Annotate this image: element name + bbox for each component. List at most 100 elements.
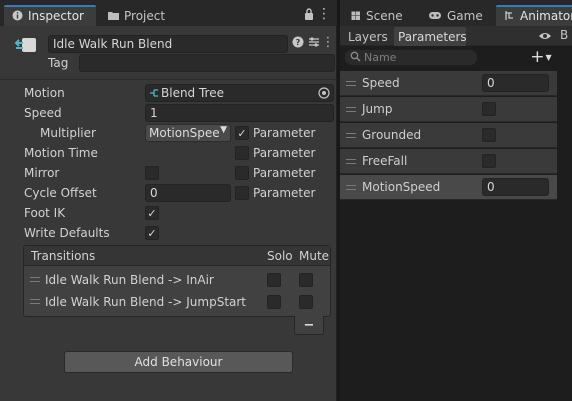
transitions-list: Transitions Solo Mute Idle Walk Run Blen… [23, 245, 331, 317]
tab-scene[interactable]: Scene [342, 5, 410, 26]
lock-icon[interactable] [303, 7, 315, 21]
drag-handle-icon[interactable] [346, 159, 356, 164]
object-picker-icon[interactable] [318, 87, 330, 99]
tab-layers[interactable]: Layers [344, 28, 392, 46]
transition-mute-checkbox[interactable] [299, 273, 313, 287]
parameter-row[interactable]: Speed 0 [340, 71, 557, 96]
mirror-label: Mirror [24, 166, 60, 180]
motion-time-label: Motion Time [24, 146, 98, 160]
tag-label: Tag [48, 56, 69, 70]
animator-subtab-bar: Layers Parameters B [340, 26, 572, 46]
folder-icon [108, 10, 119, 21]
add-parameter-button[interactable]: + ▼ [528, 47, 554, 67]
component-menu-icon[interactable]: ⋮ [322, 34, 335, 50]
motion-time-parameter-checkbox[interactable] [235, 146, 249, 160]
remove-transition-button[interactable]: − [294, 316, 324, 335]
mirror-parameter-checkbox[interactable] [235, 166, 249, 180]
tab-inspector-label: Inspector [28, 8, 84, 23]
drag-handle-icon[interactable] [346, 133, 356, 138]
blend-tree-icon [149, 88, 159, 98]
animator-state-icon [14, 34, 40, 58]
cycle-offset-parameter-label: Parameter [253, 186, 316, 200]
tag-field[interactable] [79, 54, 335, 72]
transition-row[interactable]: Idle Walk Run Blend -> InAir [24, 269, 330, 291]
cycle-offset-label: Cycle Offset [24, 186, 97, 200]
chevron-down-icon: ▼ [220, 125, 227, 135]
transitions-header-label: Transitions [31, 249, 96, 263]
parameter-bool-checkbox[interactable] [482, 128, 496, 142]
transition-solo-checkbox[interactable] [267, 273, 281, 287]
drag-handle-icon[interactable] [30, 277, 40, 282]
motion-label: Motion [24, 86, 65, 100]
parameter-bool-checkbox[interactable] [482, 154, 496, 168]
help-icon[interactable]: ? [292, 36, 304, 48]
mirror-parameter-label: Parameter [253, 166, 316, 180]
add-behaviour-button[interactable]: Add Behaviour [64, 351, 293, 373]
tab-game[interactable]: Game [420, 5, 488, 26]
tab-scene-label: Scene [366, 8, 403, 23]
multiplier-parameter-checkbox[interactable]: ✓ [235, 126, 249, 140]
cycle-offset-field[interactable]: 0 [145, 184, 231, 202]
drag-handle-icon[interactable] [346, 107, 356, 112]
multiplier-dropdown[interactable]: MotionSpeed ▼ [145, 124, 231, 142]
tab-parameters-label: Parameters [398, 29, 467, 44]
add-parameter-label: + [530, 47, 545, 67]
parameter-float-field[interactable]: 0 [482, 178, 549, 196]
tab-inspector[interactable]: Inspector [4, 5, 96, 26]
transition-solo-checkbox[interactable] [267, 295, 281, 309]
animator-panel: Scene Game Animator Layers Parameters B [340, 0, 572, 401]
multiplier-label: Multiplier [40, 126, 96, 140]
tab-animator[interactable]: Animator [496, 5, 572, 26]
remove-transition-label: − [303, 317, 315, 333]
kebab-menu-icon[interactable]: ⋮ [317, 6, 331, 22]
gamepad-icon [428, 10, 442, 21]
chevron-down-icon: ▼ [545, 52, 552, 62]
motion-time-parameter-label: Parameter [253, 146, 316, 160]
multiplier-value: MotionSpeed [149, 126, 219, 140]
header-divider [0, 79, 337, 80]
tab-layers-label: Layers [348, 30, 388, 44]
cycle-offset-parameter-checkbox[interactable] [235, 186, 249, 200]
search-icon [350, 51, 361, 65]
transition-row[interactable]: Idle Walk Run Blend -> JumpStart [24, 291, 330, 313]
drag-handle-icon[interactable] [346, 81, 356, 86]
drag-handle-icon[interactable] [30, 299, 40, 304]
parameter-name: FreeFall [362, 154, 408, 168]
parameter-row[interactable]: FreeFall [340, 149, 557, 174]
graph-area-edge [557, 71, 572, 401]
write-defaults-checkbox[interactable]: ✓ [145, 226, 159, 240]
parameter-name: Speed [362, 76, 400, 90]
tab-project-label: Project [124, 8, 166, 23]
tab-project[interactable]: Project [100, 5, 180, 26]
state-name-field[interactable]: Idle Walk Run Blend [48, 35, 288, 53]
preset-icon[interactable] [308, 36, 320, 48]
multiplier-parameter-label: Parameter [253, 126, 316, 140]
mirror-checkbox[interactable] [145, 166, 159, 180]
parameter-value: 0 [487, 180, 495, 194]
speed-field[interactable]: 1 [145, 104, 334, 122]
speed-label: Speed [24, 106, 62, 120]
add-behaviour-label: Add Behaviour [134, 355, 223, 369]
foot-ik-checkbox[interactable]: ✓ [145, 206, 159, 220]
parameter-row[interactable]: Grounded [340, 123, 557, 148]
write-defaults-label: Write Defaults [24, 226, 110, 240]
drag-handle-icon[interactable] [346, 185, 356, 190]
transition-mute-checkbox[interactable] [299, 295, 313, 309]
foot-ik-label: Foot IK [24, 206, 66, 220]
tab-game-label: Game [447, 8, 483, 23]
scene-icon [350, 10, 361, 21]
info-icon [12, 10, 23, 21]
inspector-panel: Inspector Project ⋮ Idle Walk Run Blend … [0, 0, 337, 401]
tab-parameters[interactable]: Parameters [394, 27, 467, 46]
search-placeholder: Name [364, 51, 397, 64]
blend-tab-fragment[interactable]: B [560, 28, 568, 42]
motion-field[interactable]: Blend Tree [145, 84, 334, 102]
eye-icon[interactable] [538, 30, 552, 42]
parameter-row[interactable]: Jump [340, 97, 557, 122]
parameter-bool-checkbox[interactable] [482, 102, 496, 116]
solo-column-label: Solo [267, 249, 293, 263]
parameter-row[interactable]: MotionSpeed 0 [340, 175, 557, 200]
parameter-float-field[interactable]: 0 [482, 74, 549, 92]
parameter-search-input[interactable]: Name [344, 49, 478, 66]
animator-icon [504, 10, 515, 21]
